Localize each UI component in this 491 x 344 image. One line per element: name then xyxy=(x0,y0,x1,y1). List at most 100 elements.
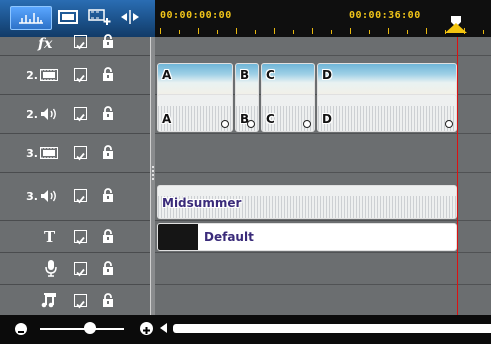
ruler-tick xyxy=(331,30,332,34)
track-visible-checkbox[interactable] xyxy=(74,294,87,309)
lane-voice xyxy=(155,252,491,285)
lock-icon[interactable] xyxy=(101,106,115,120)
track-header-video-3: 3. xyxy=(0,133,150,173)
ruler-tick xyxy=(407,30,408,34)
clip-label: Midsummer xyxy=(162,196,242,210)
lock-icon[interactable] xyxy=(101,261,115,275)
timeline-area[interactable]: A B C D A B C D Midsummer Default xyxy=(155,37,491,315)
track-number: 3. xyxy=(26,146,38,160)
checkmark-icon xyxy=(76,300,85,309)
zoom-out-button[interactable] xyxy=(15,323,27,335)
audio-clip[interactable]: A xyxy=(157,94,233,132)
clip-label: B xyxy=(240,68,250,82)
speaker-icon xyxy=(41,108,56,120)
track-visible-checkbox[interactable] xyxy=(74,68,87,83)
fx-icon: fx xyxy=(37,36,53,51)
ruler-tick xyxy=(217,30,218,34)
video-track-icon xyxy=(58,10,78,24)
track-header-title: T xyxy=(0,220,150,253)
lane-audio-2: A B C D xyxy=(155,94,491,134)
lane-music xyxy=(155,284,491,315)
track-visible-checkbox[interactable] xyxy=(74,146,87,161)
ruler-tick xyxy=(236,28,237,34)
video-view-button[interactable] xyxy=(56,6,80,28)
track-visible-checkbox[interactable] xyxy=(74,230,87,245)
lane-title: Default xyxy=(155,220,491,253)
lock-icon[interactable] xyxy=(101,67,115,81)
split-icon xyxy=(121,10,139,24)
ruler-tick xyxy=(179,30,180,34)
speaker-icon xyxy=(41,190,56,202)
waveform xyxy=(318,105,456,131)
audio-clip[interactable]: D xyxy=(317,94,457,132)
timeline-editor: 00:00:00:00 00:00:36:00 fx 2. 2. 3. 3. T… xyxy=(0,0,491,344)
lane-video-3 xyxy=(155,133,491,173)
lock-icon[interactable] xyxy=(101,188,115,202)
track-number: 2. xyxy=(26,107,38,121)
zoom-bar xyxy=(0,315,491,344)
scroll-left-arrow[interactable] xyxy=(160,323,167,333)
track-visible-checkbox[interactable] xyxy=(74,189,87,204)
ruler-tick xyxy=(198,28,199,34)
svg-text:fx: fx xyxy=(37,36,53,51)
checkmark-icon xyxy=(76,41,85,50)
clip-label: A xyxy=(162,112,172,126)
track-header-music xyxy=(0,284,150,316)
ruler-tick xyxy=(483,30,484,34)
zoom-slider-handle[interactable] xyxy=(84,322,96,334)
film-icon xyxy=(40,69,58,81)
lock-icon[interactable] xyxy=(101,293,115,307)
time-ruler[interactable]: 00:00:00:00 00:00:36:00 xyxy=(155,0,491,37)
title-clip[interactable]: Default xyxy=(157,223,457,251)
track-header-fx: fx xyxy=(0,31,150,56)
audio-clip[interactable]: C xyxy=(261,94,315,132)
lane-fx xyxy=(155,37,491,56)
split-clip-button[interactable] xyxy=(118,6,142,28)
audio-clip[interactable]: B xyxy=(235,94,259,132)
zoom-in-button[interactable] xyxy=(140,322,153,335)
track-header-voice xyxy=(0,252,150,285)
track-headers: fx 2. 2. 3. 3. T xyxy=(0,34,150,316)
clip-label: D xyxy=(322,68,332,82)
add-track-button[interactable] xyxy=(88,6,112,28)
checkmark-icon xyxy=(76,113,85,122)
track-number: 2. xyxy=(26,68,38,82)
clip-handle[interactable] xyxy=(247,120,255,128)
track-header-audio-3: 3. xyxy=(0,172,150,221)
lock-icon[interactable] xyxy=(101,34,115,48)
ruler-tick xyxy=(388,28,389,34)
track-number: 3. xyxy=(26,189,38,203)
track-header-audio-2: 2. xyxy=(0,94,150,134)
checkmark-icon xyxy=(76,74,85,83)
music-clip[interactable]: Midsummer xyxy=(157,185,457,219)
playhead-handle[interactable] xyxy=(443,14,469,34)
clip-handle[interactable] xyxy=(445,120,453,128)
ruler-time-label: 00:00:00:00 xyxy=(160,10,232,21)
ruler-tick xyxy=(255,30,256,34)
checkmark-icon xyxy=(76,236,85,245)
audio-view-button[interactable] xyxy=(10,6,52,30)
clip-label: A xyxy=(162,68,172,82)
ruler-tick xyxy=(293,30,294,34)
lock-icon[interactable] xyxy=(101,229,115,243)
clip-label: C xyxy=(266,112,275,126)
clip-handle[interactable] xyxy=(221,120,229,128)
track-visible-checkbox[interactable] xyxy=(74,107,87,122)
lock-icon[interactable] xyxy=(101,145,115,159)
track-visible-checkbox[interactable] xyxy=(74,35,87,50)
title-thumbnail xyxy=(158,224,198,250)
minus-icon xyxy=(18,331,24,333)
horizontal-scrollbar[interactable] xyxy=(173,324,491,333)
checkmark-icon xyxy=(76,152,85,161)
audio-timeline-icon xyxy=(19,13,43,24)
ruler-tick xyxy=(426,28,427,34)
checkmark-icon xyxy=(76,195,85,204)
ruler-time-label: 00:00:36:00 xyxy=(349,10,421,21)
clip-label: D xyxy=(322,112,332,126)
zoom-slider[interactable] xyxy=(40,328,124,330)
track-header-video-2: 2. xyxy=(0,55,150,95)
clip-handle[interactable] xyxy=(303,120,311,128)
track-visible-checkbox[interactable] xyxy=(74,262,87,277)
playhead-line xyxy=(457,37,458,315)
title-icon: T xyxy=(44,228,56,244)
